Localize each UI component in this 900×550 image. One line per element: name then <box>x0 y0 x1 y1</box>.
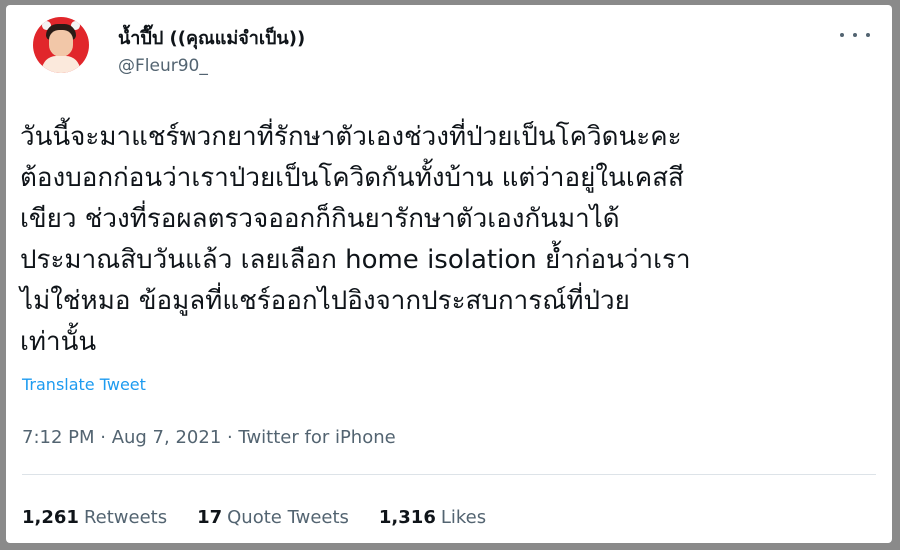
retweets-count: 1,261 <box>22 507 79 528</box>
translate-tweet-link[interactable]: Translate Tweet <box>22 375 146 394</box>
retweets-stat[interactable]: 1,261 Retweets <box>22 507 167 528</box>
tweet-text-line: ต้องบอกก่อนว่าเราป่วยเป็นโควิดกันทั้งบ้า… <box>20 163 684 193</box>
divider <box>22 474 876 475</box>
avatar-body <box>42 56 80 73</box>
likes-stat[interactable]: 1,316 Likes <box>379 507 486 528</box>
tweet-stats: 1,261 Retweets 17 Quote Tweets 1,316 Likes <box>22 507 486 528</box>
avatar[interactable] <box>33 17 89 73</box>
quote-tweets-stat[interactable]: 17 Quote Tweets <box>197 507 349 528</box>
tweet-text: วันนี้จะมาแชร์พวกยาที่รักษาตัวเองช่วงที่… <box>20 117 880 363</box>
more-dot <box>853 33 857 37</box>
tweet-text-line: ไม่ใช่หมอ ข้อมูลที่แชร์ออกไปอิงจากประสบก… <box>20 286 630 316</box>
tweet-card: น้ำปี๊ป ((คุณแม่จำเป็น)) @Fleur90_ วันนี… <box>6 5 892 543</box>
quotes-label: Quote Tweets <box>227 507 349 528</box>
tweet-text-line: เท่านั้น <box>20 327 97 357</box>
more-options-icon[interactable] <box>840 25 870 45</box>
tweet-text-line: วันนี้จะมาแชร์พวกยาที่รักษาตัวเองช่วงที่… <box>20 122 682 152</box>
user-handle[interactable]: @Fleur90_ <box>118 56 208 76</box>
tweet-text-line: เขียว ช่วงที่รอผลตรวจออกก็กินยารักษาตัวเ… <box>20 204 620 234</box>
retweets-label: Retweets <box>83 507 168 528</box>
likes-count: 1,316 <box>378 507 436 528</box>
tweet-timestamp[interactable]: 7:12 PM · Aug 7, 2021 · Twitter for iPho… <box>22 427 396 448</box>
likes-label: Likes <box>440 507 487 528</box>
more-dot <box>866 33 870 37</box>
avatar-face <box>49 30 73 57</box>
tweet-text-line: ประมาณสิบวันแล้ว เลยเลือก home isolation… <box>20 245 691 275</box>
display-name[interactable]: น้ำปี๊ป ((คุณแม่จำเป็น)) <box>118 23 305 52</box>
quotes-count: 17 <box>197 507 223 528</box>
more-dot <box>840 33 844 37</box>
